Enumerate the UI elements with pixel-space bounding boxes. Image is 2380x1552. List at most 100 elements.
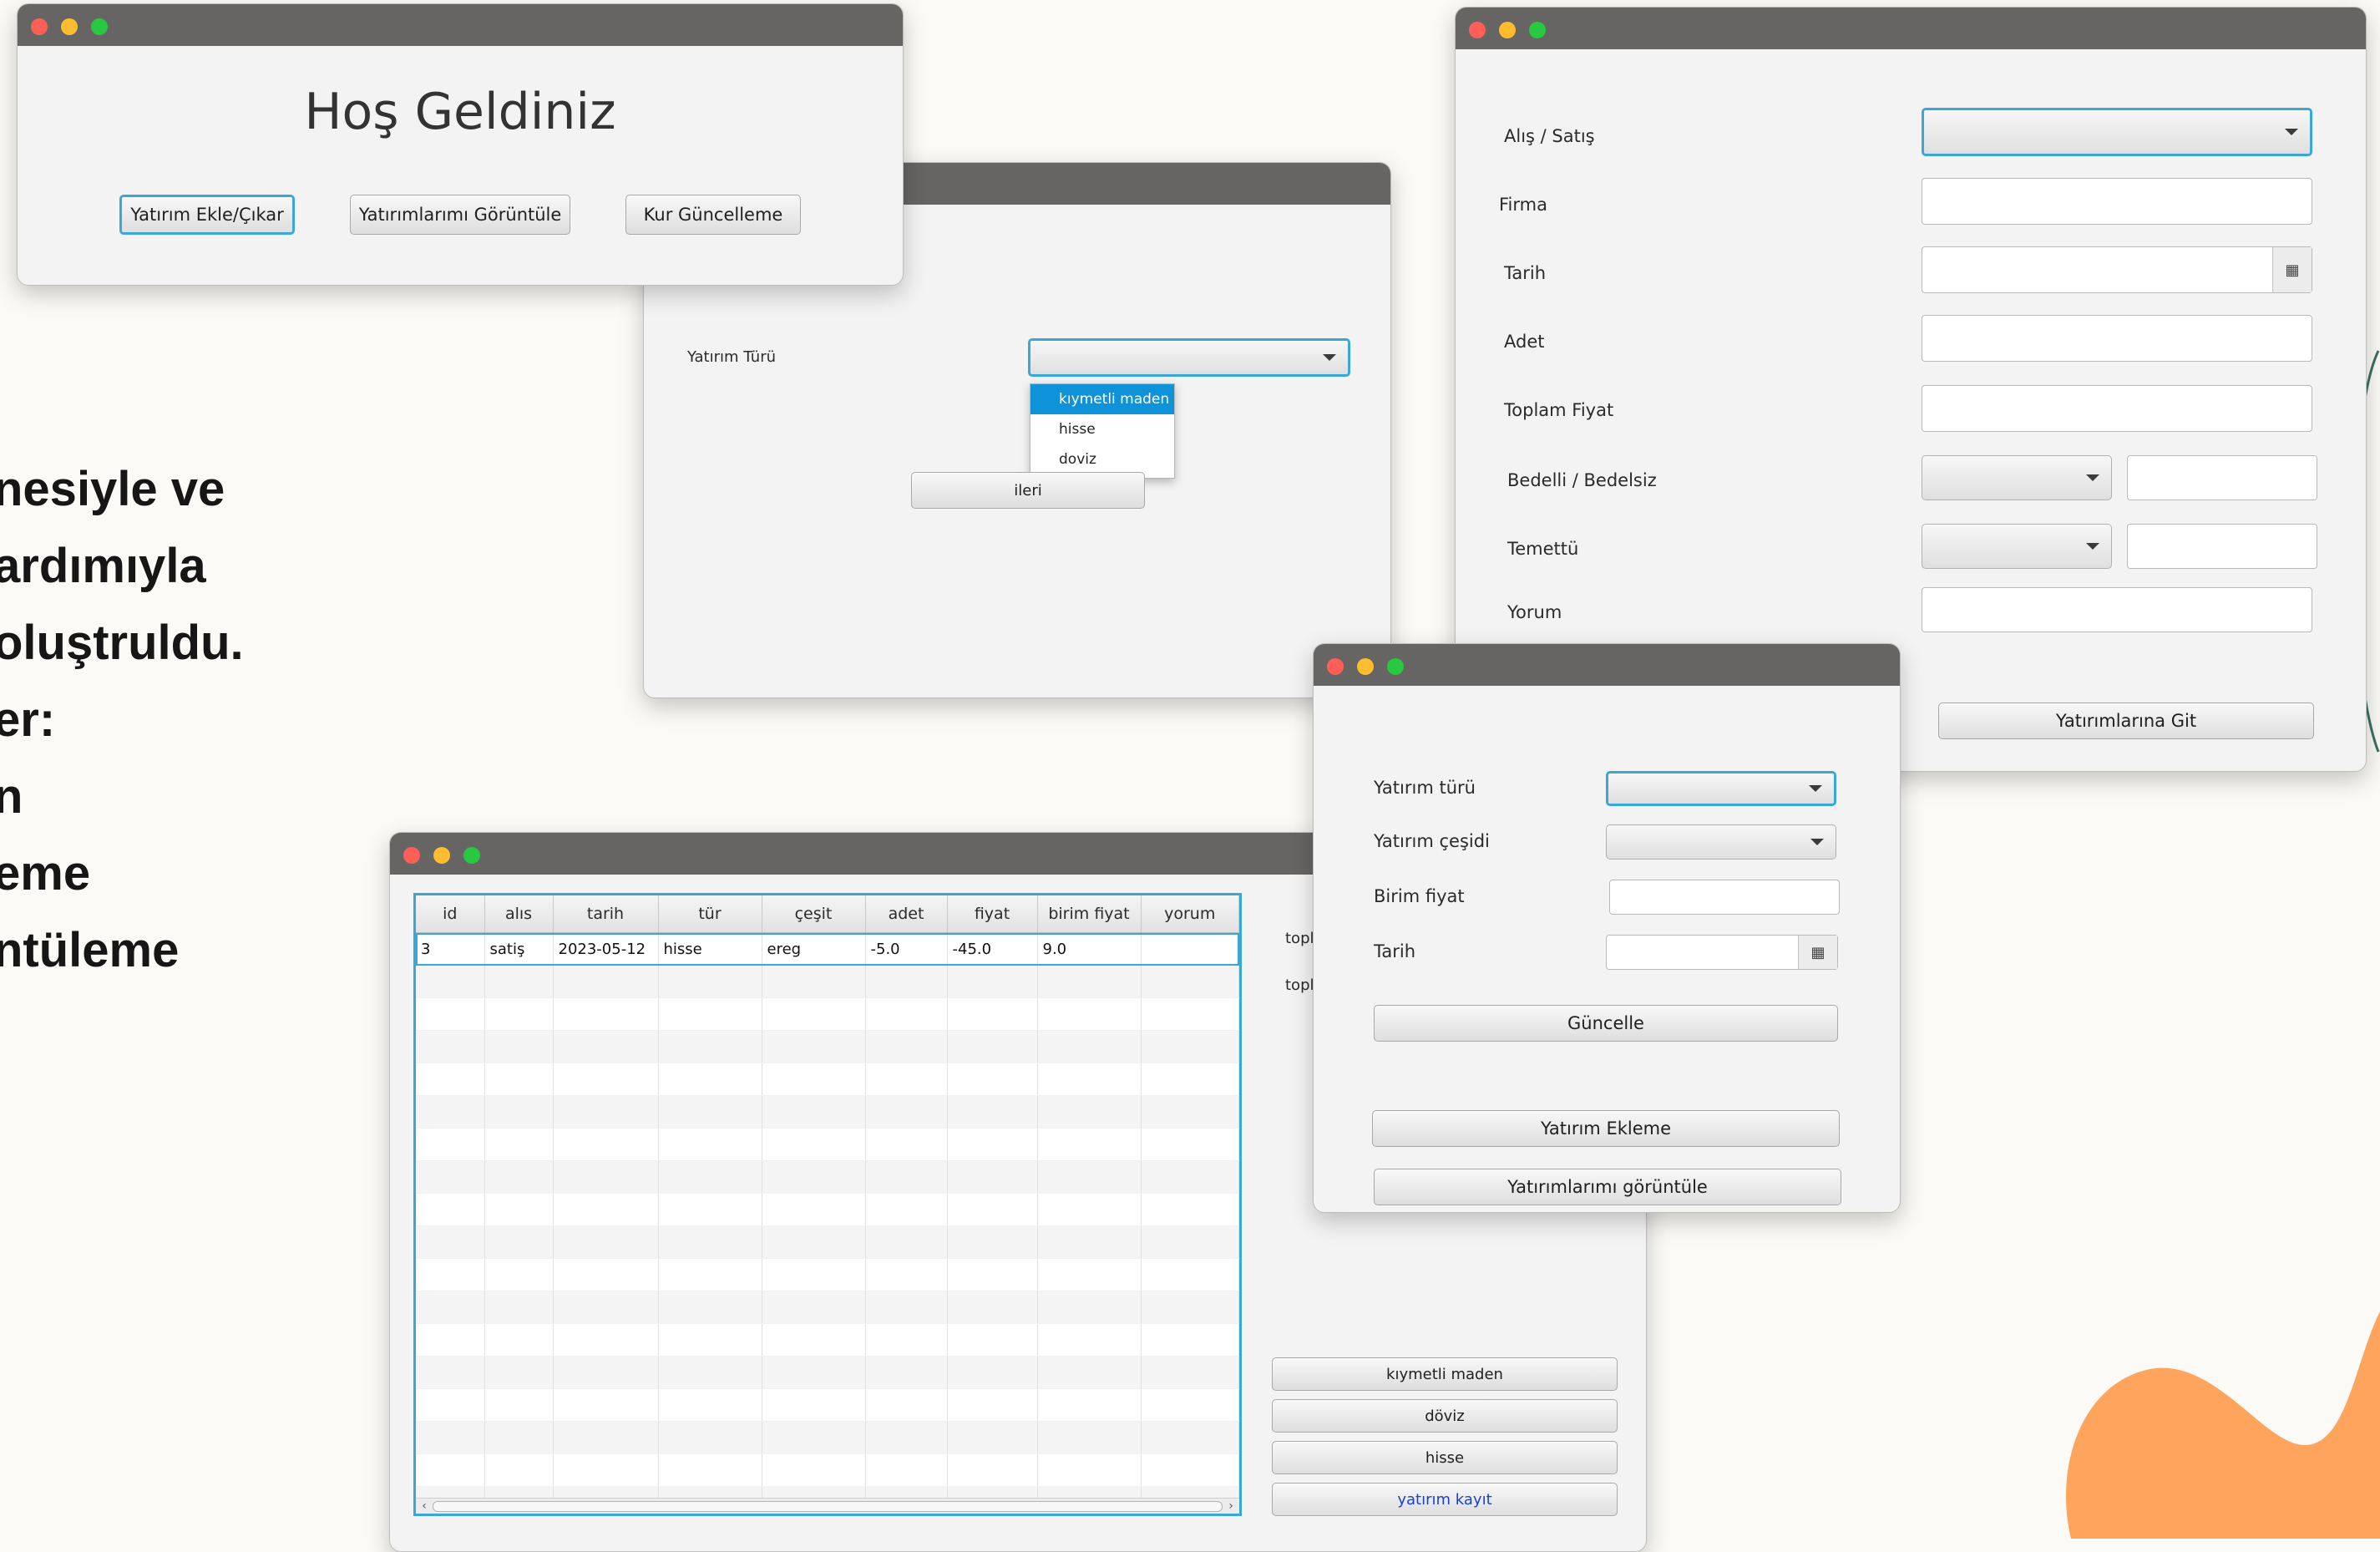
calendar-icon[interactable]: ▦ [1798, 936, 1837, 969]
unit-price-field[interactable] [1609, 880, 1840, 915]
save-investment-button[interactable]: yatırım kayıt [1272, 1483, 1618, 1516]
zoom-window-button[interactable] [1387, 658, 1404, 675]
investment-type-combo[interactable] [1028, 338, 1350, 377]
table-cell [658, 1160, 762, 1194]
table-cell [762, 1421, 866, 1454]
add-investment-button[interactable]: Yatırım Ekleme [1372, 1110, 1840, 1147]
minimize-window-button[interactable] [61, 18, 78, 35]
dropdown-option[interactable]: hisse [1030, 414, 1174, 444]
table-cell [484, 997, 554, 1031]
table-cell [553, 997, 659, 1031]
welcome-title: Hoş Geldiniz [304, 83, 616, 141]
comment-field[interactable] [1922, 587, 2312, 632]
date-field[interactable]: ▦ [1922, 246, 2312, 293]
paid-unpaid-combo[interactable] [1922, 455, 2112, 500]
table-cell [416, 1453, 485, 1487]
table-cell: -5.0 [865, 932, 948, 966]
table-row[interactable]: 3 satiş 2023-05-12 hisse ereg -5.0 -45.0… [416, 932, 1239, 966]
table-cell [553, 1323, 659, 1357]
minimize-window-button[interactable] [1357, 658, 1374, 675]
date-field[interactable]: ▦ [1606, 935, 1838, 970]
minimize-window-button[interactable] [1499, 22, 1516, 38]
horizontal-scrollbar[interactable]: ‹ › [416, 1498, 1239, 1514]
table-cell [484, 1160, 554, 1194]
table-cell [416, 1258, 485, 1291]
minimize-window-button[interactable] [433, 847, 450, 864]
empty-table-row [416, 1453, 1239, 1487]
close-window-button[interactable] [403, 847, 420, 864]
stock-button[interactable]: hisse [1272, 1441, 1618, 1474]
update-button[interactable]: Güncelle [1374, 1005, 1838, 1042]
scroll-right-icon[interactable]: › [1224, 1499, 1238, 1514]
chevron-down-icon [2086, 474, 2099, 481]
table-cell [947, 1421, 1038, 1454]
empty-table-row [416, 965, 1239, 998]
window-titlebar [1314, 644, 1900, 686]
buy-sell-combo[interactable] [1922, 108, 2312, 156]
dividend-field[interactable] [2127, 524, 2317, 569]
precious-metal-button[interactable]: kıymetli maden [1272, 1357, 1618, 1391]
table-cell [553, 1193, 659, 1226]
next-button[interactable]: ileri [911, 472, 1145, 509]
slide-line: eme [0, 846, 91, 900]
rate-update-button[interactable]: Kur Güncelleme [625, 195, 801, 235]
column-header-tarih[interactable]: tarih [553, 895, 659, 933]
column-header-yorum[interactable]: yorum [1141, 895, 1239, 933]
table-cell [484, 1193, 554, 1226]
quantity-field[interactable] [1922, 315, 2312, 362]
investment-kind-combo[interactable] [1606, 824, 1836, 860]
table-cell [553, 1388, 659, 1422]
scroll-left-icon[interactable]: ‹ [418, 1499, 431, 1514]
table-cell [484, 1453, 554, 1487]
column-header-alis[interactable]: alıs [484, 895, 554, 933]
column-header-birim-fiyat[interactable]: birim fiyat [1037, 895, 1142, 933]
calendar-icon[interactable]: ▦ [2272, 247, 2312, 292]
paid-unpaid-field[interactable] [2127, 455, 2317, 500]
zoom-window-button[interactable] [1529, 22, 1546, 38]
table-cell [416, 1291, 485, 1324]
table-cell: 3 [416, 932, 485, 966]
close-window-button[interactable] [1327, 658, 1344, 675]
table-cell [762, 1063, 866, 1096]
zoom-window-button[interactable] [91, 18, 108, 35]
table-cell [658, 1258, 762, 1291]
column-header-cesit[interactable]: çeşit [762, 895, 866, 933]
column-header-fiyat[interactable]: fiyat [947, 895, 1038, 933]
table-cell: satiş [484, 932, 554, 966]
view-investments-button[interactable]: Yatırımlarımı Görüntüle [350, 195, 570, 235]
investment-type-combo[interactable] [1606, 771, 1836, 806]
table-cell [1037, 1030, 1142, 1063]
table-cell [865, 1258, 948, 1291]
close-window-button[interactable] [31, 18, 48, 35]
dropdown-option[interactable]: kıymetli maden [1030, 384, 1174, 414]
column-header-id[interactable]: id [416, 895, 485, 933]
decorative-blob [2066, 1311, 2380, 1539]
table-cell [1141, 1128, 1239, 1161]
table-cell [553, 1063, 659, 1096]
table-cell [947, 1356, 1038, 1389]
view-investments-button[interactable]: Yatırımlarımı görüntüle [1374, 1169, 1841, 1205]
table-cell [484, 1258, 554, 1291]
zoom-window-button[interactable] [463, 847, 480, 864]
table-cell [1141, 1063, 1239, 1096]
table-cell [484, 1063, 554, 1096]
column-header-adet[interactable]: adet [865, 895, 948, 933]
add-remove-investment-button[interactable]: Yatırım Ekle/Çıkar [119, 195, 295, 235]
dividend-combo[interactable] [1922, 524, 2112, 569]
comment-label: Yorum [1507, 602, 1562, 622]
window-titlebar [1456, 8, 2366, 49]
scrollbar-thumb[interactable] [433, 1501, 1223, 1512]
column-header-tur[interactable]: tür [658, 895, 762, 933]
table-cell [553, 1421, 659, 1454]
table-cell [1141, 1388, 1239, 1422]
currency-button[interactable]: döviz [1272, 1399, 1618, 1433]
table-cell [947, 1323, 1038, 1357]
go-to-investments-button[interactable]: Yatırımlarına Git [1938, 702, 2314, 739]
empty-table-row [416, 1225, 1239, 1259]
table-cell [658, 1030, 762, 1063]
total-price-field[interactable] [1922, 385, 2312, 432]
company-field[interactable] [1922, 178, 2312, 225]
close-window-button[interactable] [1469, 22, 1486, 38]
dropdown-option[interactable]: doviz [1030, 444, 1174, 474]
table-cell [658, 1128, 762, 1161]
